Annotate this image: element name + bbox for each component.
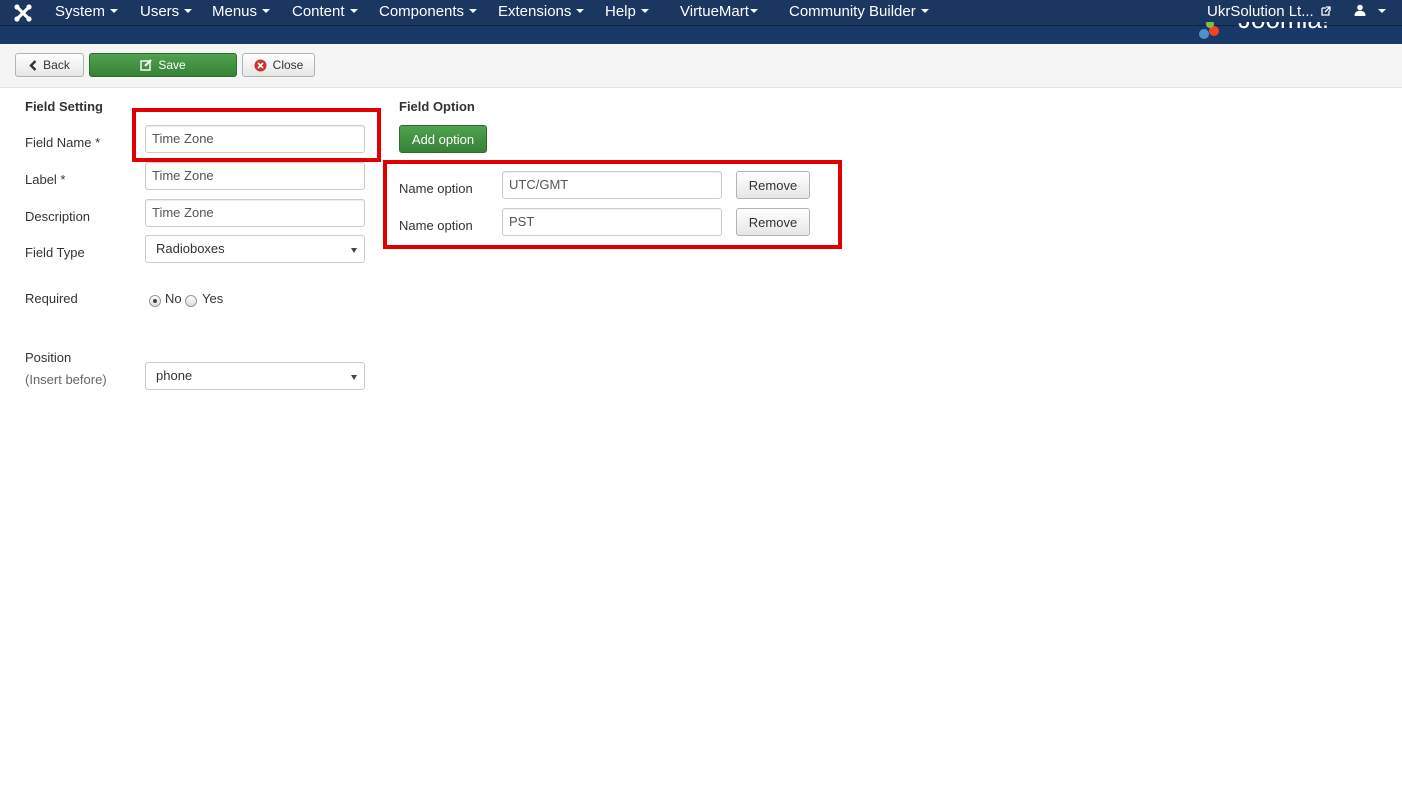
menu-help[interactable]: Help [605, 3, 649, 23]
chevron-down-icon [349, 9, 358, 14]
position-value: phone [156, 368, 193, 383]
menu-extensions[interactable]: Extensions [498, 3, 585, 23]
menu-menus[interactable]: Menus [212, 3, 271, 23]
chevron-down-icon [110, 9, 119, 14]
chevron-down-icon [640, 9, 649, 14]
menu-virtuemart[interactable]: VirtueMart [680, 3, 758, 23]
joomla-brand-logo: Joomla! [1196, 22, 1376, 44]
chevron-down-icon [262, 9, 271, 14]
dropdown-arrow-icon [351, 375, 357, 380]
user-menu[interactable] [1354, 3, 1386, 23]
chevron-down-icon [184, 9, 193, 14]
top-navbar: System Users Menus Content Components Ex… [0, 0, 1402, 44]
field-type-select[interactable]: Radioboxes [145, 235, 365, 263]
close-button[interactable]: Close [242, 53, 315, 77]
external-link-icon [1321, 3, 1331, 21]
field-setting-title: Field Setting [25, 99, 103, 114]
chevron-down-icon [1378, 9, 1386, 14]
back-label: Back [43, 58, 70, 72]
label-label: Label * [25, 172, 66, 187]
menu-content[interactable]: Content [292, 3, 358, 23]
menu-community-builder[interactable]: Community Builder [789, 3, 929, 23]
required-yes-radio[interactable] [185, 295, 197, 307]
site-link[interactable]: UkrSolution Lt... [1207, 3, 1331, 23]
highlight-box-options [383, 160, 842, 249]
joomla-logo-icon[interactable] [13, 3, 33, 23]
required-yes-label: Yes [202, 291, 224, 306]
close-label: Close [272, 58, 304, 72]
add-option-label: Add option [411, 131, 475, 147]
field-type-label: Field Type [25, 245, 85, 260]
user-icon [1354, 3, 1366, 21]
description-input[interactable]: Time Zone [145, 199, 365, 227]
save-label: Save [158, 58, 186, 72]
chevron-down-icon [576, 9, 585, 14]
position-select[interactable]: phone [145, 362, 365, 390]
svg-text:Joomla!: Joomla! [1238, 22, 1329, 34]
position-sublabel: (Insert before) [25, 372, 107, 387]
chevron-down-icon [920, 9, 929, 14]
menu-users[interactable]: Users [140, 3, 193, 23]
field-type-value: Radioboxes [156, 241, 225, 256]
highlight-box-field-name [132, 108, 381, 162]
close-circle-icon [254, 59, 267, 72]
required-label: Required [25, 291, 78, 306]
required-no-label: No [165, 291, 182, 306]
chevron-down-icon [749, 9, 758, 14]
dropdown-arrow-icon [351, 248, 357, 253]
add-option-button[interactable]: Add option [399, 125, 487, 153]
label-input[interactable]: Time Zone [145, 162, 365, 190]
chevron-left-icon [29, 59, 37, 71]
save-button[interactable]: Save [89, 53, 237, 77]
menu-system[interactable]: System [55, 3, 119, 23]
position-label: Position [25, 350, 72, 365]
toolbar: Back Save Close [0, 44, 1402, 88]
field-name-label: Field Name * [25, 135, 101, 150]
edit-icon [140, 59, 153, 71]
field-option-title: Field Option [399, 99, 475, 114]
description-label: Description [25, 209, 91, 224]
menu-components[interactable]: Components [379, 3, 478, 23]
chevron-down-icon [469, 9, 478, 14]
required-no-radio[interactable] [149, 295, 161, 307]
back-button[interactable]: Back [15, 53, 84, 77]
